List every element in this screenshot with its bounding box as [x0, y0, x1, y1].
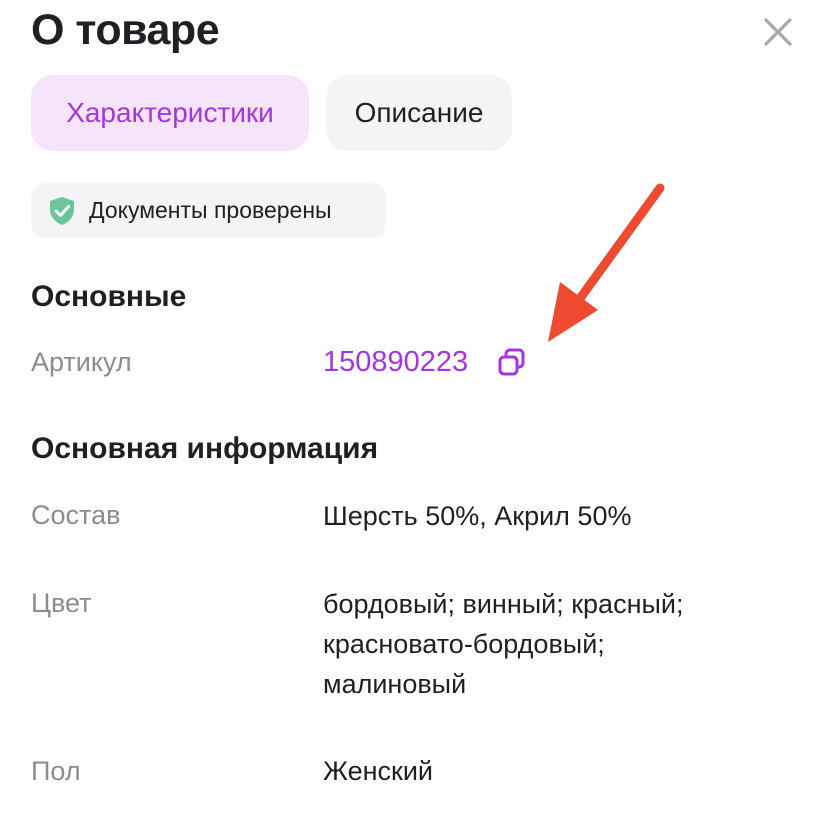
page-title: О товаре: [31, 6, 220, 54]
gender-value: Женский: [323, 756, 434, 786]
shield-check-icon: [50, 197, 74, 225]
documents-verified-text: Документы проверены: [89, 197, 332, 223]
color-value-line: красновато-бордовый;: [323, 629, 605, 659]
copy-icon[interactable]: [496, 346, 528, 378]
color-value-line: бордовый; винный; красный;: [323, 589, 684, 619]
composition-value: Шерсть 50%, Акрил 50%: [323, 501, 632, 531]
section-title-info: Основная информация: [31, 432, 379, 465]
arrow-annotation: [548, 183, 665, 342]
section-title-main: Основные: [31, 280, 187, 313]
color-value-line: малиновый: [323, 669, 467, 699]
tab-description[interactable]: Описание: [326, 75, 512, 151]
composition-label: Состав: [31, 500, 121, 530]
article-number[interactable]: 150890223: [323, 340, 468, 384]
gender-label: Пол: [31, 756, 81, 786]
documents-verified-badge: Документы проверены: [31, 183, 386, 238]
tab-characteristics[interactable]: Характеристики: [31, 75, 309, 151]
color-value: бордовый; винный; красный; красновато-бо…: [323, 584, 683, 704]
article-label: Артикул: [31, 347, 132, 377]
color-label: Цвет: [31, 588, 92, 618]
close-icon[interactable]: [758, 12, 798, 52]
